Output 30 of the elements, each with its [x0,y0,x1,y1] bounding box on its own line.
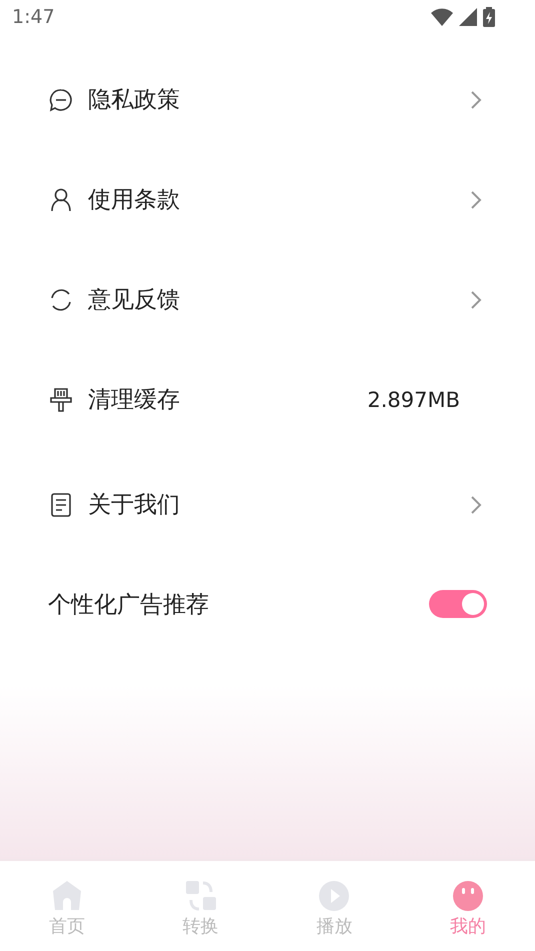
swap-icon [184,880,217,912]
chevron-right-icon [469,89,483,111]
menu-label: 关于我们 [88,491,181,520]
chat-bubble-icon [48,87,74,113]
status-time: 1:47 [12,6,55,28]
menu-item[interactable]: 意见反馈 [0,285,535,385]
menu-label: 清理缓存 [88,386,181,415]
signal-icon [459,8,477,26]
chevron-right-icon [469,289,483,311]
refresh-icon [48,287,74,313]
chevron-right-icon [469,494,483,516]
wifi-icon [431,8,453,26]
menu-item[interactable]: 关于我们 [0,490,535,590]
brush-icon [48,387,74,413]
chevron-right-icon [469,189,483,211]
menu-label: 隐私政策 [88,86,181,115]
toggle-switch[interactable] [429,590,487,618]
home-icon [50,880,83,912]
menu-item[interactable]: 隐私政策 [0,85,535,185]
user-icon [48,187,74,213]
battery-icon [483,7,495,27]
menu-label: 意见反馈 [88,286,181,315]
document-icon [48,492,74,518]
menu-label: 使用条款 [88,186,181,215]
menu-item[interactable]: 使用条款 [0,185,535,285]
menu-item[interactable]: 清理缓存 2.897MB [0,385,535,490]
menu-label: 个性化广告推荐 [48,591,210,620]
face-icon [452,880,484,912]
cache-size: 2.897MB [367,387,460,414]
play-icon [318,880,350,912]
